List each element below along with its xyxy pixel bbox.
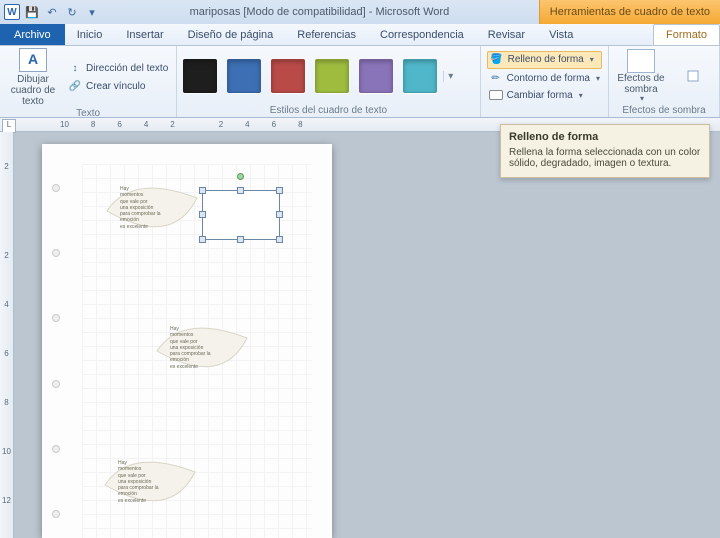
shape-fill-label: Relleno de forma xyxy=(508,54,584,65)
style-swatch-green[interactable] xyxy=(315,59,349,93)
style-swatch-cyan[interactable] xyxy=(403,59,437,93)
chevron-down-icon: ▾ xyxy=(596,74,600,83)
tab-layout[interactable]: Diseño de página xyxy=(176,25,286,45)
pencil-icon: ✏ xyxy=(489,72,503,86)
draw-textbox-button[interactable]: A Dibujar cuadro de texto xyxy=(6,48,60,107)
ruler-tick: 2 xyxy=(4,162,8,171)
create-link-button[interactable]: 🔗 Crear vínculo xyxy=(66,79,170,95)
group-shadow-label: Efectos de sombra xyxy=(615,104,713,117)
tab-format[interactable]: Formato xyxy=(653,24,720,45)
ruler-tick: 2 xyxy=(170,120,174,129)
ruler-tick: 8 xyxy=(298,120,302,129)
resize-handle-tl[interactable] xyxy=(199,187,206,194)
document-page[interactable]: Hay momentos que vale por una exposición… xyxy=(42,144,332,538)
ruler-tick: 10 xyxy=(2,447,11,456)
style-gallery[interactable] xyxy=(183,59,437,93)
title-bar: W 💾 ↶ ↻ ▾ mariposas [Modo de compatibili… xyxy=(0,0,720,24)
tab-file[interactable]: Archivo xyxy=(0,24,65,45)
shadow-effects-button[interactable]: Efectos de sombra ▾ xyxy=(615,49,667,104)
style-swatch-red[interactable] xyxy=(271,59,305,93)
group-shadow: Efectos de sombra ▾ Efectos de sombra xyxy=(609,46,720,117)
group-styles: ▾ Estilos del cuadro de texto xyxy=(177,46,480,117)
contextual-tab-title: Herramientas de cuadro de texto xyxy=(539,0,720,24)
tab-references[interactable]: Referencias xyxy=(285,25,368,45)
qat-more-icon[interactable]: ▾ xyxy=(84,4,100,20)
resize-handle-br[interactable] xyxy=(276,236,283,243)
leaf-text: es excelente xyxy=(118,498,159,504)
resize-handle-t[interactable] xyxy=(237,187,244,194)
group-shape-label xyxy=(487,104,602,117)
resize-handle-b[interactable] xyxy=(237,236,244,243)
style-swatch-purple[interactable] xyxy=(359,59,393,93)
shape-fill-button[interactable]: 🪣 Relleno de forma ▾ xyxy=(487,51,602,69)
tooltip-body: Rellena la forma seleccionada con un col… xyxy=(509,147,701,169)
tab-review[interactable]: Revisar xyxy=(476,25,537,45)
group-text: A Dibujar cuadro de texto ↕ Dirección de… xyxy=(0,46,177,117)
style-gallery-more-button[interactable]: ▾ xyxy=(443,71,457,82)
text-direction-label: Dirección del texto xyxy=(86,63,168,74)
shape-outline-label: Contorno de forma xyxy=(507,73,590,84)
resize-handle-tr[interactable] xyxy=(276,187,283,194)
redo-icon[interactable]: ↻ xyxy=(64,4,80,20)
shape-icon xyxy=(489,90,503,100)
ruler-tick: 4 xyxy=(4,300,8,309)
ruler-tick: 6 xyxy=(272,120,276,129)
draw-textbox-label: Dibujar cuadro de texto xyxy=(6,74,60,107)
resize-handle-l[interactable] xyxy=(199,211,206,218)
tab-home[interactable]: Inicio xyxy=(65,25,115,45)
change-shape-button[interactable]: Cambiar forma ▾ xyxy=(487,89,602,102)
tab-mail[interactable]: Correspondencia xyxy=(368,25,476,45)
ruler-tick: 4 xyxy=(144,120,148,129)
rotate-handle[interactable] xyxy=(237,173,244,180)
create-link-label: Crear vínculo xyxy=(86,81,145,92)
change-shape-label: Cambiar forma xyxy=(507,90,573,101)
tooltip: Relleno de forma Rellena la forma selecc… xyxy=(500,124,710,178)
ruler-tick: 2 xyxy=(219,120,223,129)
doc-title: mariposas [Modo de compatibilidad] - Mic… xyxy=(100,6,539,18)
tab-view[interactable]: Vista xyxy=(537,25,585,45)
chevron-down-icon: ▾ xyxy=(640,95,644,104)
app-icon[interactable]: W xyxy=(4,4,20,20)
chevron-down-icon: ▾ xyxy=(590,55,594,64)
ruler-tick: 12 xyxy=(2,496,11,505)
ruler-vertical[interactable]: 2 2 4 6 8 10 12 xyxy=(0,132,14,538)
chevron-down-icon: ▾ xyxy=(579,91,583,100)
ruler-tick: 2 xyxy=(4,251,8,260)
leaf-shape-1[interactable]: Hay momentos que vale por una exposición… xyxy=(102,178,202,244)
tab-insert[interactable]: Insertar xyxy=(114,25,175,45)
shadow-icon xyxy=(627,49,655,73)
tooltip-title: Relleno de forma xyxy=(509,131,701,143)
textbox-icon: A xyxy=(19,48,47,72)
link-icon: 🔗 xyxy=(68,80,82,94)
leaf-shape-3[interactable]: Hay momentos que vale por una exposición… xyxy=(100,452,200,518)
ribbon-tabs: Archivo Inicio Insertar Diseño de página… xyxy=(0,24,720,46)
group-styles-label: Estilos del cuadro de texto xyxy=(183,104,473,117)
nudge-icon xyxy=(679,62,707,90)
ruler-tick: 10 xyxy=(60,120,69,129)
page-holes xyxy=(52,184,62,518)
ribbon: A Dibujar cuadro de texto ↕ Dirección de… xyxy=(0,46,720,118)
resize-handle-r[interactable] xyxy=(276,211,283,218)
group-shape: 🪣 Relleno de forma ▾ ✏ Contorno de forma… xyxy=(481,46,609,117)
style-swatch-black[interactable] xyxy=(183,59,217,93)
shadow-nudge-button[interactable] xyxy=(673,62,713,90)
style-swatch-blue[interactable] xyxy=(227,59,261,93)
save-icon[interactable]: 💾 xyxy=(24,4,40,20)
text-direction-button[interactable]: ↕ Dirección del texto xyxy=(66,61,170,77)
ruler-tick: 6 xyxy=(4,349,8,358)
leaf-shape-2[interactable]: Hay momentos que vale por una exposición… xyxy=(152,318,252,384)
ruler-tick: 8 xyxy=(4,398,8,407)
shadow-effects-label: Efectos de sombra xyxy=(615,73,667,95)
ruler-tick: 6 xyxy=(117,120,121,129)
ruler-tick: 8 xyxy=(91,120,95,129)
leaf-text: es excelente xyxy=(120,224,161,230)
selected-textbox[interactable] xyxy=(202,190,280,240)
leaf-text: es excelente xyxy=(170,364,211,370)
shape-outline-button[interactable]: ✏ Contorno de forma ▾ xyxy=(487,71,602,87)
undo-icon[interactable]: ↶ xyxy=(44,4,60,20)
ruler-tick: 4 xyxy=(245,120,249,129)
text-direction-icon: ↕ xyxy=(68,62,82,76)
bucket-icon: 🪣 xyxy=(490,53,504,67)
resize-handle-bl[interactable] xyxy=(199,236,206,243)
